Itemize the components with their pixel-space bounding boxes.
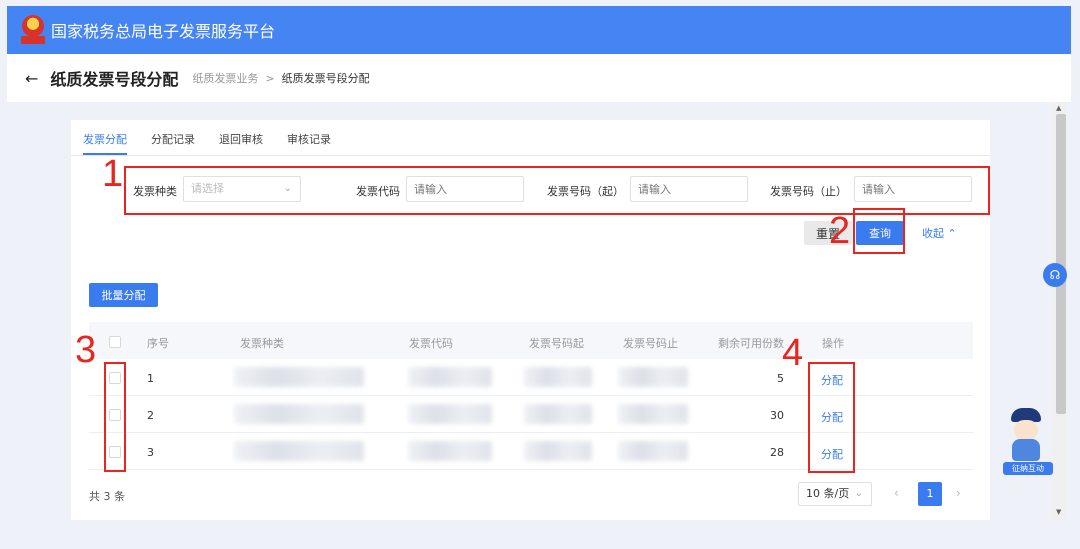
header-index: 序号 — [147, 337, 169, 350]
scroll-down-icon[interactable]: ▼ — [1056, 508, 1061, 516]
current-page[interactable]: 1 — [918, 482, 942, 506]
annotation-number: 1 — [102, 153, 124, 195]
chevron-up-icon: ⌃ — [947, 227, 957, 240]
tabs-divider — [71, 155, 990, 156]
redacted-number-start — [524, 441, 592, 461]
redacted-number-start — [524, 404, 592, 424]
redacted-invoice-type — [234, 404, 364, 424]
header-number-end: 发票号码止 — [623, 337, 678, 350]
redacted-invoice-type — [234, 367, 364, 387]
redacted-number-end — [618, 404, 688, 424]
collapse-label: 收起 — [922, 227, 944, 240]
batch-allocate-button[interactable]: 批量分配 — [89, 283, 158, 307]
scroll-up-icon[interactable]: ▲ — [1056, 104, 1061, 112]
redacted-invoice-code — [408, 441, 492, 461]
annotation-box-checkboxes — [104, 362, 126, 472]
header-action: 操作 — [822, 337, 844, 350]
tab-invoice-allocation[interactable]: 发票分配 — [83, 131, 127, 155]
total-count: 共 3 条 — [89, 490, 125, 503]
row-remaining: 28 — [770, 446, 784, 459]
page-size-value: 10 条/页 — [806, 487, 850, 500]
header-remaining: 剩余可用份数 — [718, 337, 784, 350]
redacted-number-end — [618, 441, 688, 461]
row-index: 3 — [147, 446, 154, 459]
top-bar: 国家税务总局电子发票服务平台 — [7, 6, 1071, 54]
annotation-number: 2 — [829, 210, 851, 252]
next-page-icon[interactable]: › — [956, 486, 961, 500]
row-index: 2 — [147, 409, 154, 422]
annotation-number: 4 — [782, 332, 804, 374]
annotation-number: 3 — [75, 329, 97, 371]
header-invoice-code: 发票代码 — [409, 337, 453, 350]
back-arrow-icon[interactable]: ← — [25, 69, 38, 88]
tab-bar: 发票分配 分配记录 退回审核 审核记录 — [83, 131, 355, 155]
annotation-box-query — [853, 208, 905, 254]
redacted-number-start — [524, 367, 592, 387]
customer-service-headset-icon[interactable]: ☊ — [1043, 263, 1067, 287]
assistant-mascot-icon[interactable] — [1007, 408, 1045, 462]
breadcrumb-current: 纸质发票号段分配 — [281, 72, 370, 85]
row-remaining: 5 — [777, 372, 784, 385]
tab-return-review[interactable]: 退回审核 — [219, 131, 263, 155]
row-remaining: 30 — [770, 409, 784, 422]
redacted-invoice-code — [408, 367, 492, 387]
row-index: 1 — [147, 372, 154, 385]
header-invoice-type: 发票种类 — [240, 337, 284, 350]
chevron-down-icon: ⌄ — [854, 488, 863, 499]
breadcrumb-separator: > — [265, 71, 275, 85]
prev-page-icon[interactable]: ‹ — [894, 486, 899, 500]
redacted-number-end — [618, 367, 688, 387]
page-header: ← 纸质发票号段分配 纸质发票业务 > 纸质发票号段分配 — [7, 54, 1071, 102]
select-all-checkbox[interactable] — [109, 336, 121, 348]
app-title: 国家税务总局电子发票服务平台 — [51, 22, 276, 41]
mascot-label[interactable]: 征纳互动 — [1003, 462, 1053, 475]
redacted-invoice-code — [408, 404, 492, 424]
breadcrumb-parent[interactable]: 纸质发票业务 — [192, 70, 258, 86]
header-number-start: 发票号码起 — [529, 337, 584, 350]
tab-allocation-records[interactable]: 分配记录 — [151, 131, 195, 155]
collapse-toggle[interactable]: 收起 ⌃ — [922, 225, 957, 241]
tax-emblem-icon — [21, 15, 45, 45]
redacted-invoice-type — [234, 441, 364, 461]
annotation-box-allocate — [808, 362, 855, 473]
page-title: 纸质发票号段分配 — [50, 70, 179, 89]
tab-review-records[interactable]: 审核记录 — [287, 131, 331, 155]
page-size-select[interactable]: 10 条/页 ⌄ — [798, 482, 872, 506]
